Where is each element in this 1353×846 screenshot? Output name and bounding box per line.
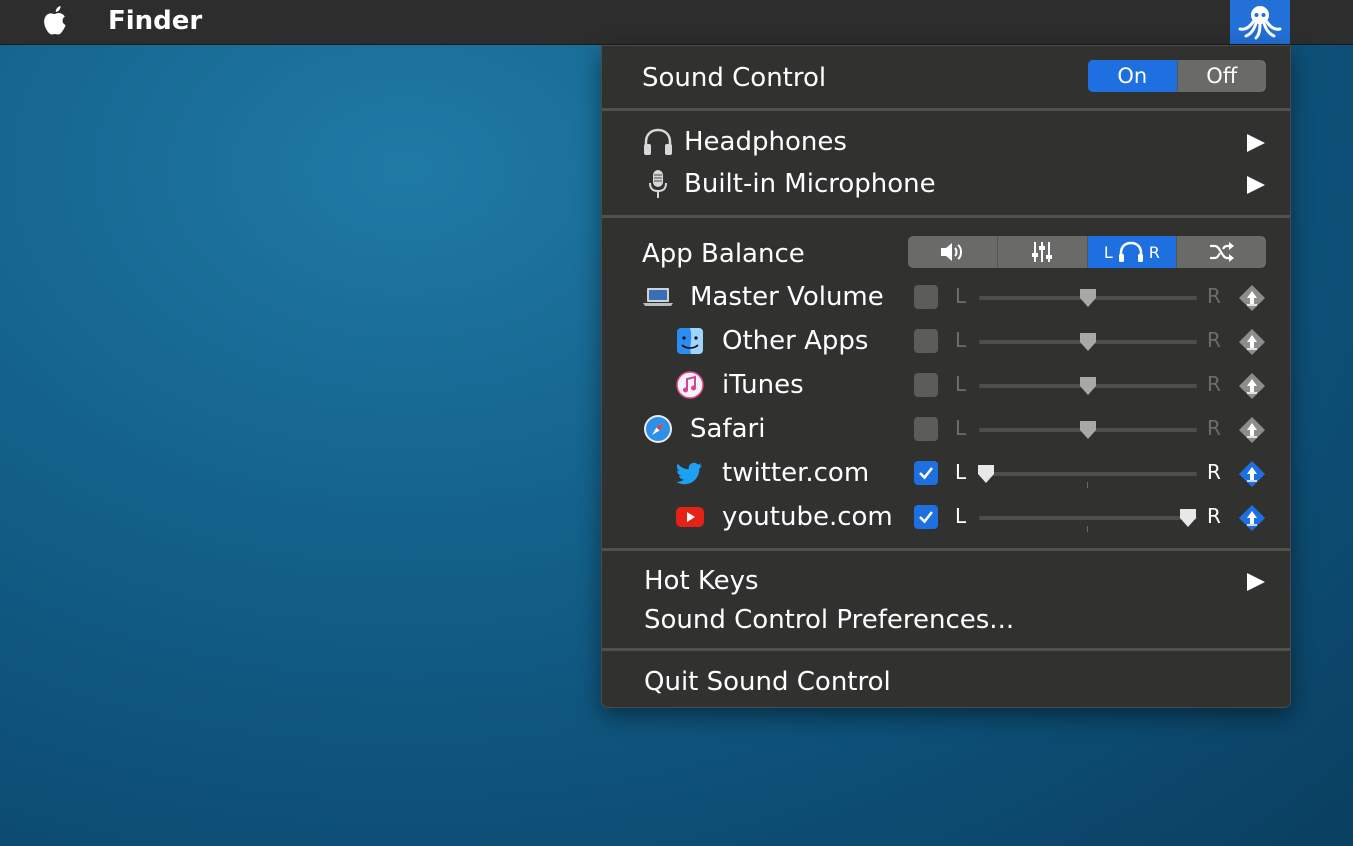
menu-item-built-in-microphone[interactable]: Built-in Microphone [602,163,1290,207]
headphones-icon [642,126,674,158]
left-channel-label: L [955,504,967,528]
left-channel-label: L [955,328,967,352]
app-row-youtube-com: youtube.com L R [602,496,1290,540]
center-tick [1087,526,1088,532]
balance-slider-thumb[interactable] [1078,375,1098,397]
center-tick [1087,482,1088,488]
center-balance-icon[interactable] [1238,416,1266,444]
center-balance-icon[interactable] [1238,328,1266,356]
mode-shuffle-button[interactable] [1177,236,1266,268]
menu-separator [602,215,1290,218]
balance-slider[interactable] [979,509,1197,532]
menu-bar: Finder [0,0,1353,45]
balance-slider[interactable] [979,377,1197,395]
app-row-itunes: iTunes L R [602,364,1290,408]
center-balance-icon[interactable] [1238,504,1266,532]
toggle-on-button[interactable]: On [1088,60,1178,92]
balance-left-label: L [1103,242,1113,262]
sound-control-status-item[interactable] [1230,0,1290,44]
enable-checkbox[interactable] [914,285,938,309]
youtube-play-icon [674,501,706,533]
enable-checkbox[interactable] [914,417,938,441]
submenu-arrow-icon [1247,573,1265,591]
submenu-arrow-icon [1247,134,1265,152]
enable-checkbox[interactable] [914,505,938,529]
hot-keys-label: Hot Keys [644,566,759,596]
mode-balance-button[interactable]: L R [1087,236,1178,268]
app-name: Safari [690,414,766,444]
right-channel-label: R [1207,460,1221,484]
menu-separator [602,108,1290,111]
right-channel-label: R [1207,372,1221,396]
balance-right-label: R [1148,242,1160,262]
right-channel-label: R [1207,328,1221,352]
app-name: twitter.com [722,458,870,488]
checkmark-icon [919,467,934,480]
menubar-app-name[interactable]: Finder [108,6,202,36]
center-balance-icon[interactable] [1238,284,1266,312]
app-name: Master Volume [690,282,884,312]
submenu-arrow-icon [1247,176,1265,194]
sound-control-menu: Sound Control On Off Headphones Built-in… [601,45,1291,708]
shuffle-icon [1209,242,1234,262]
left-channel-label: L [955,460,967,484]
balance-slider[interactable] [979,421,1197,439]
mode-equalizer-button[interactable] [998,236,1088,268]
menu-separator [602,548,1290,551]
octopus-icon [1238,6,1282,40]
laptop-icon [642,281,674,313]
app-name: iTunes [722,370,804,400]
apple-logo-icon[interactable] [40,4,70,38]
app-row-other-apps: Other Apps L R [602,320,1290,364]
app-balance-label: App Balance [642,239,805,269]
headphones-balance-icon [1118,241,1143,262]
right-channel-label: R [1207,416,1221,440]
device-label: Built-in Microphone [684,169,936,199]
center-balance-icon[interactable] [1238,372,1266,400]
balance-slider[interactable] [979,289,1197,307]
quit-label: Quit Sound Control [644,667,891,697]
menu-item-hot-keys[interactable]: Hot Keys [602,560,1290,604]
device-label: Headphones [684,127,847,157]
balance-slider[interactable] [979,333,1197,351]
balance-slider-thumb[interactable] [1078,331,1098,353]
menu-item-quit[interactable]: Quit Sound Control [602,661,1290,705]
menu-item-preferences[interactable]: Sound Control Preferences... [602,599,1290,643]
on-off-toggle: On Off [1088,60,1266,92]
safari-compass-icon [642,413,674,445]
app-name: youtube.com [722,502,893,532]
checkmark-icon [919,511,934,524]
balance-slider-thumb[interactable] [976,463,996,485]
enable-checkbox[interactable] [914,373,938,397]
equalizer-sliders-icon [1032,242,1053,262]
balance-slider-thumb[interactable] [1178,507,1198,529]
balance-slider[interactable] [978,465,1197,488]
menu-title: Sound Control [642,63,827,93]
app-row-master-volume: Master Volume L R [602,276,1290,320]
twitter-bird-icon [674,457,706,489]
mode-volume-button[interactable] [908,236,998,268]
balance-slider-thumb[interactable] [1078,419,1098,441]
right-channel-label: R [1207,284,1221,308]
preferences-label: Sound Control Preferences... [644,605,1015,635]
finder-icon [674,325,706,357]
app-row-twitter-com: twitter.com L R [602,452,1290,496]
itunes-icon [674,369,706,401]
left-channel-label: L [955,416,967,440]
left-channel-label: L [955,372,967,396]
microphone-icon [642,168,674,200]
toggle-off-button[interactable]: Off [1178,60,1267,92]
balance-slider-thumb[interactable] [1078,287,1098,309]
enable-checkbox[interactable] [914,461,938,485]
app-row-safari: Safari L R [602,408,1290,452]
speaker-volume-icon [941,243,963,261]
balance-mode-selector: L R [908,236,1266,268]
left-channel-label: L [955,284,967,308]
center-balance-icon[interactable] [1238,460,1266,488]
menu-item-headphones[interactable]: Headphones [602,121,1290,165]
right-channel-label: R [1207,504,1221,528]
menu-separator [602,648,1290,651]
app-name: Other Apps [722,326,869,356]
enable-checkbox[interactable] [914,329,938,353]
